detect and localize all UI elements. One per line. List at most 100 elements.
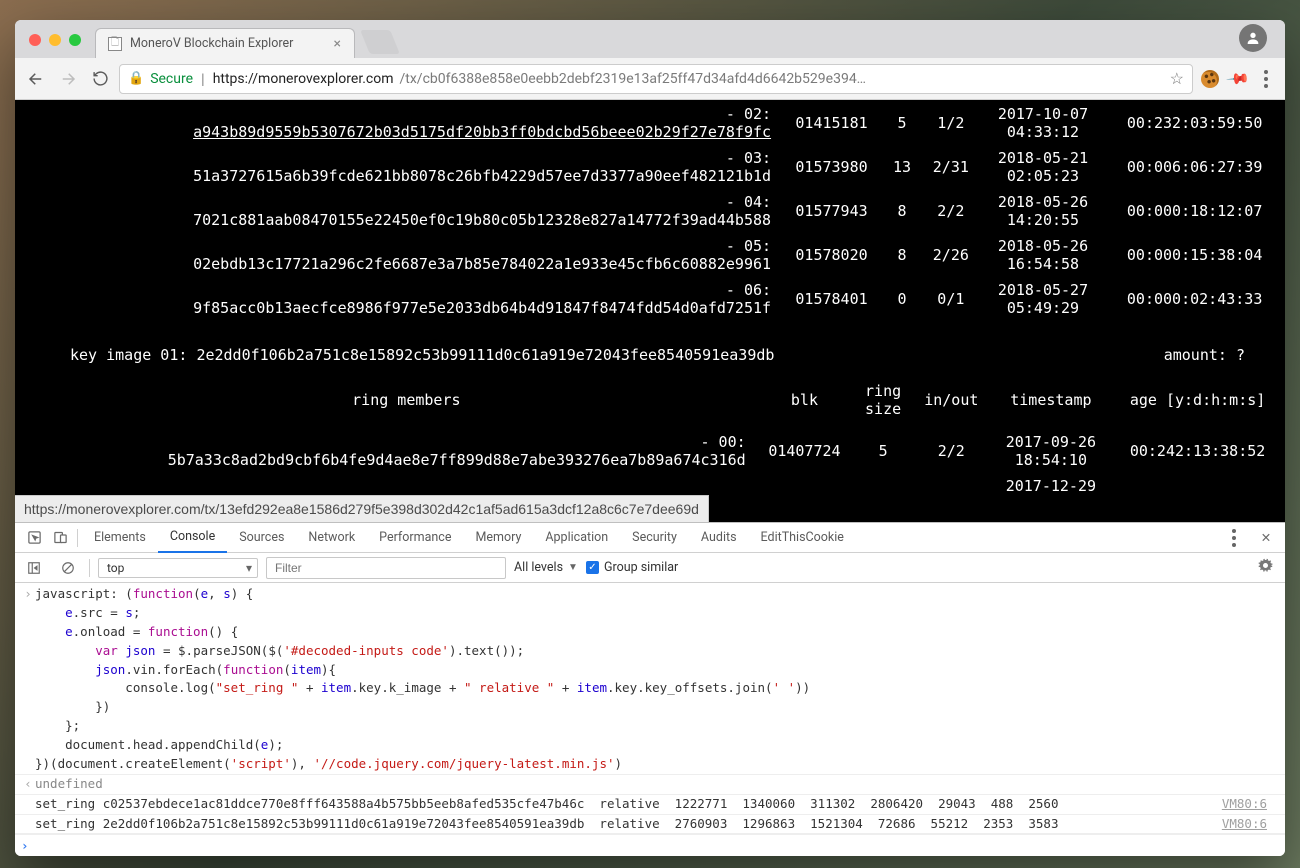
devtools-tab-console[interactable]: Console — [158, 523, 227, 553]
traffic-lights — [29, 34, 81, 46]
devtools-tab-sources[interactable]: Sources — [227, 523, 296, 553]
col-ring-members: ring members — [17, 372, 754, 428]
prompt-caret-icon: › — [21, 838, 29, 855]
key-image-section: key image 01: 2e2dd0f106b2a751c8e15892c5… — [15, 340, 1285, 370]
devtools-tab-application[interactable]: Application — [533, 523, 620, 553]
clear-console-icon[interactable] — [55, 561, 81, 575]
forward-button[interactable] — [55, 66, 81, 92]
url-host: https://monerovexplorer.com — [213, 71, 394, 87]
cell-timestamp: 2017-12-29 — [992, 474, 1111, 498]
secure-label: Secure — [150, 71, 193, 87]
bookmark-star-icon[interactable]: ☆ — [1170, 69, 1184, 88]
cell-blk: 01407724 — [756, 430, 854, 472]
console-source-link[interactable]: VM80:6 — [1222, 816, 1277, 833]
cell-blk: 01577943 — [781, 190, 882, 232]
browser-tab[interactable]: 🗋 MoneroV Blockchain Explorer × — [95, 28, 355, 58]
log-levels-selector[interactable]: All levels▼ — [514, 560, 578, 575]
ring-hash-link[interactable]: a943b89d9559b5307672b03d5175df20bb3ff0bd… — [193, 123, 771, 141]
ring-hash-link[interactable]: 9f85acc0b13aecfce8986f977e5e2033db64b4d9… — [193, 299, 771, 317]
amount-label: amount: ? — [1164, 346, 1245, 364]
address-bar[interactable]: 🔒 Secure | https://monerovexplorer.com/t… — [119, 64, 1193, 94]
checkbox-icon: ✓ — [586, 561, 599, 574]
cell-blk: 01578020 — [781, 234, 882, 276]
cell-ring-size: 13 — [884, 146, 920, 188]
context-selector[interactable]: top — [98, 558, 258, 578]
ring-member-row: - 03:51a3727615a6b39fcde621bb8078c26bfb4… — [17, 146, 1283, 188]
col-blk: blk — [756, 372, 854, 428]
cell-ring-size: 0 — [884, 278, 920, 320]
cell-age: 00:000:15:38:04 — [1106, 234, 1283, 276]
window-close[interactable] — [29, 34, 41, 46]
back-button[interactable] — [23, 66, 49, 92]
ring-hash-link[interactable]: 51a3727615a6b39fcde621bb8078c26bfb4229d5… — [193, 167, 771, 185]
devtools-tab-performance[interactable]: Performance — [367, 523, 463, 553]
group-similar-label: Group similar — [604, 560, 678, 575]
cell-age: 00:242:13:38:52 — [1112, 430, 1283, 472]
console-sidebar-toggle-icon[interactable] — [21, 561, 47, 575]
reload-button[interactable] — [87, 66, 113, 92]
toolbar: 🔒 Secure | https://monerovexplorer.com/t… — [15, 58, 1285, 100]
cell-age: 00:006:06:27:39 — [1106, 146, 1283, 188]
inspect-element-icon[interactable] — [21, 530, 47, 545]
console-input[interactable] — [35, 839, 1279, 854]
window-minimize[interactable] — [49, 34, 61, 46]
console-log-line: set_ring 2e2dd0f106b2a751c8e15892c53b991… — [35, 816, 1059, 833]
tab-title: MoneroV Blockchain Explorer — [130, 36, 293, 51]
col-timestamp: timestamp — [992, 372, 1111, 428]
ring-member-row: - 06:9f85acc0b13aecfce8986f977e5e2033db6… — [17, 278, 1283, 320]
col-age: age [y:d:h:m:s] — [1112, 372, 1283, 428]
ring-member-row: - 02:a943b89d9559b5307672b03d5175df20bb3… — [17, 102, 1283, 144]
content-area: - 02:a943b89d9559b5307672b03d5175df20bb3… — [15, 100, 1285, 856]
cell-blk: 01573980 — [781, 146, 882, 188]
link-hover-tooltip: https://monerovexplorer.com/tx/13efd292e… — [15, 495, 709, 522]
console-output[interactable]: ›javascript: (function(e, s) { e.src = s… — [15, 583, 1285, 856]
console-prompt[interactable]: › — [15, 834, 1285, 856]
ring-member-row: - 05:02ebdb13c17721a296c2fe6687e3a7b85e7… — [17, 234, 1283, 276]
ring-hash-link[interactable]: 5b7a33c8ad2bd9cbf6b4fe9d4ae8e7ff899d88e7… — [168, 451, 746, 469]
devtools-tab-audits[interactable]: Audits — [689, 523, 749, 553]
console-log-line: set_ring c02537ebdece1ac81ddce770e8fff64… — [35, 796, 1059, 813]
browser-window: 🗋 MoneroV Blockchain Explorer × 🔒 Secure… — [15, 20, 1285, 856]
ring-hash-link[interactable]: 7021c881aab08470155e22450ef0c19b80c05b12… — [193, 211, 771, 229]
cell-timestamp: 2018-05-2102:05:23 — [982, 146, 1105, 188]
cell-inout: 2/2 — [922, 190, 980, 232]
devtools-close-icon[interactable]: ✕ — [1253, 530, 1279, 546]
col-ring-size: ringsize — [855, 372, 911, 428]
cell-timestamp: 2017-10-0704:33:12 — [982, 102, 1105, 144]
cell-age: 00:000:02:43:33 — [1106, 278, 1283, 320]
console-source-link[interactable]: VM80:6 — [1222, 796, 1277, 813]
tab-close-icon[interactable]: × — [331, 36, 344, 52]
devtools-tab-network[interactable]: Network — [296, 523, 367, 553]
cell-inout: 2/26 — [922, 234, 980, 276]
pin-ext-icon[interactable]: 📌 — [1223, 63, 1254, 94]
console-undefined: undefined — [35, 776, 103, 793]
console-settings-icon[interactable] — [1258, 558, 1279, 577]
devtools-menu-icon[interactable] — [1221, 525, 1247, 551]
chrome-menu[interactable] — [1255, 68, 1277, 90]
console-filter-input[interactable] — [266, 557, 506, 579]
page-body[interactable]: - 02:a943b89d9559b5307672b03d5175df20bb3… — [15, 100, 1285, 522]
window-zoom[interactable] — [69, 34, 81, 46]
new-tab-button[interactable] — [360, 30, 400, 54]
ring-hash-link[interactable]: 02ebdb13c17721a296c2fe6687e3a7b85e784022… — [193, 255, 771, 273]
devtools-tab-memory[interactable]: Memory — [463, 523, 533, 553]
ring-members-table-2: ring members blk ringsize in/out timesta… — [15, 370, 1285, 500]
cell-ring-size: 8 — [884, 190, 920, 232]
tab-strip: 🗋 MoneroV Blockchain Explorer × — [15, 20, 1285, 58]
ring-members-table: - 02:a943b89d9559b5307672b03d5175df20bb3… — [15, 100, 1285, 322]
lock-icon: 🔒 — [128, 71, 144, 86]
key-image-hash: 2e2dd0f106b2a751c8e15892c53b99111d0c61a9… — [196, 346, 774, 364]
group-similar-toggle[interactable]: ✓ Group similar — [586, 560, 678, 575]
devtools-tab-elements[interactable]: Elements — [82, 523, 158, 553]
cell-inout: 2/31 — [922, 146, 980, 188]
cell-blk: 01415181 — [781, 102, 882, 144]
cell-timestamp: 2018-05-2616:54:58 — [982, 234, 1105, 276]
devtools-tab-security[interactable]: Security — [620, 523, 689, 553]
device-toggle-icon[interactable] — [47, 530, 73, 545]
cell-ring-size: 5 — [855, 430, 911, 472]
devtools-tab-editthiscookie[interactable]: EditThisCookie — [749, 523, 856, 553]
profile-avatar[interactable] — [1239, 24, 1267, 52]
editthiscookie-ext-icon[interactable] — [1199, 68, 1221, 90]
cell-inout: 0/1 — [922, 278, 980, 320]
cell-blk: 01578401 — [781, 278, 882, 320]
